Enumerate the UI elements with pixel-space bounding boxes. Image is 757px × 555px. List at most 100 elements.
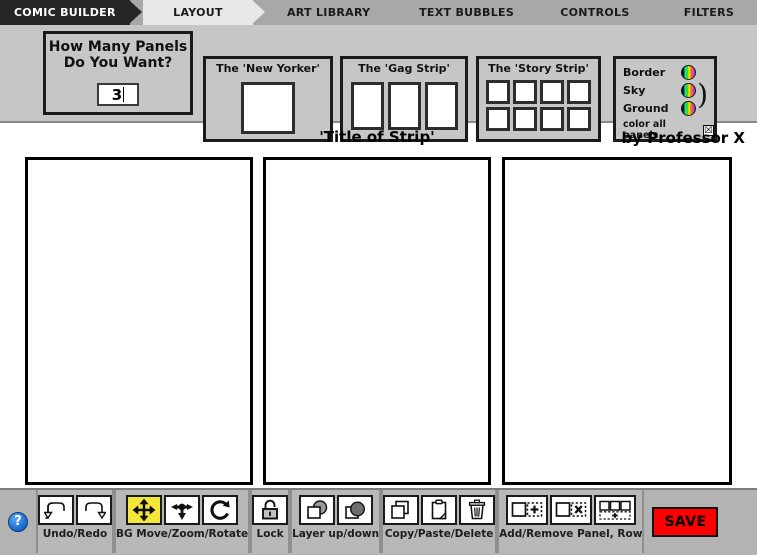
strip-title[interactable]: 'Title of Strip'	[262, 128, 492, 146]
main-tab-bar: COMIC BUILDER LAYOUT ART LIBRARY TEXT BU…	[0, 0, 757, 25]
toolgroup-layer-label: Layer up/down	[292, 528, 380, 540]
preset-story-thumb-row	[486, 80, 591, 104]
paste-button[interactable]	[421, 495, 458, 525]
preset-gag-thumbs	[343, 82, 465, 130]
app-brand-tab: COMIC BUILDER	[0, 0, 142, 25]
layout-options-strip: How Many Panels Do You Want? 3 The 'New …	[0, 25, 757, 142]
comic-builder-app: COMIC BUILDER LAYOUT ART LIBRARY TEXT BU…	[0, 0, 757, 555]
color-wheel-icon[interactable]	[681, 100, 696, 116]
comic-canvas	[0, 152, 757, 488]
preset-panel-thumb	[241, 82, 295, 134]
strip-title-row: 'Title of Strip' by Professor X	[0, 128, 757, 154]
toolgroup-undo-redo-label: Undo/Redo	[42, 528, 108, 540]
toolgroup-clipboard: Copy/Paste/Delete	[381, 490, 498, 553]
tab-controls[interactable]: CONTROLS	[542, 0, 660, 25]
color-border-label: Border	[623, 65, 666, 79]
bg-rotate-button[interactable]	[202, 495, 239, 525]
preset-panel-thumb	[513, 80, 537, 104]
toolgroup-buttons	[252, 495, 289, 525]
layer-up-icon	[306, 500, 327, 519]
layer-up-button[interactable]	[298, 495, 335, 525]
move-four-arrows-icon	[132, 498, 156, 522]
lock-button[interactable]	[252, 495, 289, 525]
copy-icon	[391, 500, 409, 519]
tab-text-bubbles[interactable]: TEXT BUBBLES	[404, 0, 541, 25]
toolgroup-buttons	[383, 495, 496, 525]
preset-panel-thumb	[424, 82, 458, 130]
preset-panel-thumb	[540, 80, 564, 104]
tab-text-bubbles-label: TEXT BUBBLES	[419, 6, 515, 19]
trash-icon	[468, 499, 486, 520]
copy-button[interactable]	[383, 495, 420, 525]
color-sky-label: Sky	[623, 83, 646, 97]
brace-decoration: )	[697, 78, 708, 111]
comic-panel[interactable]	[25, 157, 253, 485]
toolgroup-buttons	[38, 495, 112, 525]
zoom-arrows-icon	[171, 503, 194, 520]
color-ground-label: Ground	[623, 101, 669, 115]
preset-panel-thumb	[387, 82, 421, 130]
panel-count-input[interactable]: 3	[97, 83, 139, 106]
undo-button[interactable]	[38, 495, 74, 525]
toolgroup-buttons	[126, 495, 239, 525]
text-caret	[123, 87, 125, 102]
add-row-icon	[599, 500, 631, 520]
tab-layout[interactable]: LAYOUT	[142, 0, 265, 25]
rotate-icon	[210, 500, 230, 520]
help-button-wrap: ?	[0, 490, 36, 553]
add-row-button[interactable]	[593, 495, 636, 525]
comic-panel[interactable]	[502, 157, 732, 485]
panel-count-title: How Many Panels Do You Want?	[46, 39, 190, 71]
tab-controls-label: CONTROLS	[560, 6, 630, 19]
padlock-icon	[262, 499, 279, 520]
remove-panel-icon	[555, 502, 586, 517]
save-button[interactable]: SAVE	[652, 506, 719, 537]
remove-panel-button[interactable]	[549, 495, 592, 525]
toolgroup-lock-label: Lock	[256, 528, 284, 540]
panel-count-card: How Many Panels Do You Want? 3	[43, 31, 193, 115]
tab-filters[interactable]: FILTERS	[660, 0, 757, 25]
preset-new-yorker-title: The 'New Yorker'	[216, 62, 320, 75]
panel-count-title-line1: How Many Panels	[48, 39, 188, 55]
app-brand-label: COMIC BUILDER	[13, 6, 116, 19]
layer-down-icon	[344, 501, 365, 519]
tab-filters-label: FILTERS	[683, 6, 735, 19]
add-panel-button[interactable]	[505, 495, 548, 525]
toolgroup-clipboard-label: Copy/Paste/Delete	[384, 528, 494, 540]
help-icon[interactable]: ?	[8, 511, 28, 532]
toolgroup-panel-row-label: Add/Remove Panel, Row	[499, 528, 643, 540]
toolgroup-bg-transform: BG Move/Zoom/Rotate	[114, 490, 251, 553]
delete-button[interactable]	[459, 495, 496, 525]
toolgroup-panel-row: Add/Remove Panel, Row	[497, 490, 645, 553]
color-wheel-icon[interactable]	[681, 82, 696, 98]
preset-panel-thumb	[486, 80, 510, 104]
bg-move-button[interactable]	[126, 495, 163, 525]
clipboard-icon	[431, 499, 447, 520]
tab-art-library[interactable]: ART LIBRARY	[266, 0, 404, 25]
preset-panel-thumb	[567, 80, 591, 104]
toolgroup-layer: Layer up/down	[290, 490, 382, 553]
undo-arrow-icon	[44, 502, 65, 520]
redo-arrow-icon	[85, 502, 106, 520]
color-wheel-icon[interactable]	[681, 64, 696, 80]
toolgroup-bg-transform-label: BG Move/Zoom/Rotate	[116, 528, 249, 540]
preset-panel-thumb	[350, 82, 384, 130]
add-panel-icon	[511, 502, 542, 517]
strip-byline[interactable]: by Professor X	[622, 129, 745, 147]
toolgroup-lock: Lock	[250, 490, 291, 553]
bottom-toolbar: ? Undo/Redo BG Move/Zoom/Rotate Lock Lay…	[0, 488, 757, 555]
comic-panel[interactable]	[263, 157, 491, 485]
save-button-wrap: SAVE	[644, 490, 726, 553]
redo-button[interactable]	[76, 495, 112, 525]
toolgroup-undo-redo: Undo/Redo	[36, 490, 114, 553]
panel-count-title-line2: Do You Want?	[63, 54, 173, 71]
tab-layout-label: LAYOUT	[173, 6, 223, 19]
layer-down-button[interactable]	[336, 495, 373, 525]
preset-story-thumbs	[479, 80, 598, 131]
toolgroup-buttons	[298, 495, 373, 525]
preset-gag-strip-title: The 'Gag Strip'	[358, 62, 450, 75]
preset-story-strip-title: The 'Story Strip'	[488, 62, 589, 75]
bg-zoom-button[interactable]	[164, 495, 201, 525]
tab-art-library-label: ART LIBRARY	[286, 6, 371, 19]
toolgroup-buttons	[505, 495, 636, 525]
